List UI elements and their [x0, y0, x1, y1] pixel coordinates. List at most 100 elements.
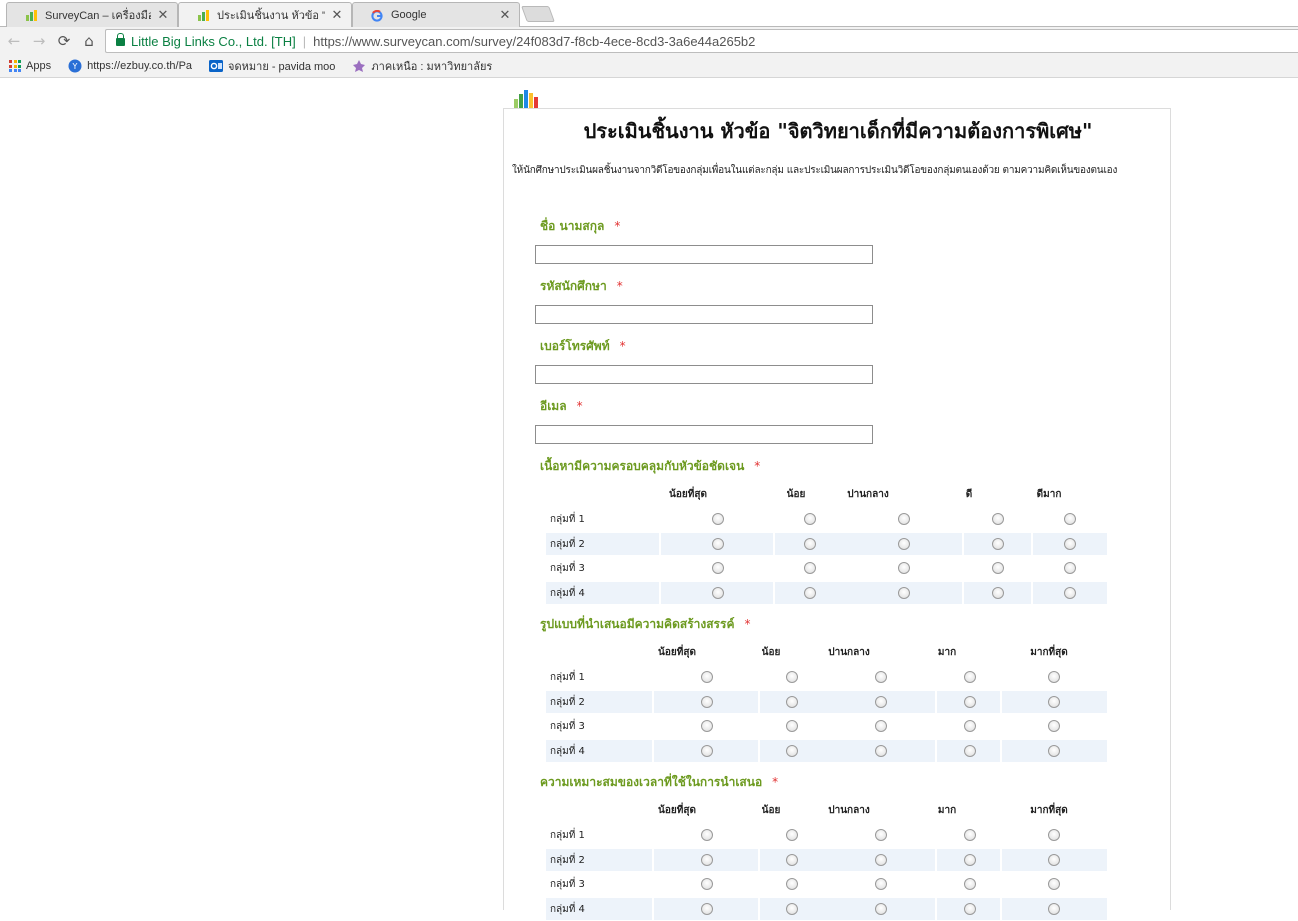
rating-radio-button[interactable]	[964, 878, 976, 890]
back-arrow-icon[interactable]: ←	[4, 31, 24, 51]
rating-radio-button[interactable]	[701, 745, 713, 757]
rating-radio-button[interactable]	[804, 538, 816, 550]
student-id-input[interactable]	[535, 305, 873, 324]
forward-arrow-icon[interactable]: →	[29, 31, 49, 51]
rating-radio-button[interactable]	[786, 854, 798, 866]
rating-radio-button[interactable]	[786, 903, 798, 915]
close-tab-icon[interactable]: ✕	[499, 7, 511, 23]
full-name-input[interactable]	[535, 245, 873, 264]
column-header: มาก	[938, 803, 956, 818]
rating-radio-button[interactable]	[804, 562, 816, 574]
rating-radio-button[interactable]	[1048, 854, 1060, 866]
rating-radio-button[interactable]	[875, 854, 887, 866]
apps-grid-icon	[9, 60, 21, 72]
column-header: น้อย	[762, 803, 781, 818]
rating-radio-button[interactable]	[712, 538, 724, 550]
rating-radio-button[interactable]	[898, 538, 910, 550]
rating-radio-button[interactable]	[1048, 696, 1060, 708]
reload-icon[interactable]: ⟳	[54, 31, 74, 51]
matrix-row: กลุ่มที่ 1	[546, 665, 1107, 690]
rating-radio-button[interactable]	[875, 720, 887, 732]
rating-radio-button[interactable]	[786, 745, 798, 757]
phone-number-input[interactable]	[535, 365, 873, 384]
rating-radio-button[interactable]	[712, 562, 724, 574]
rating-radio-button[interactable]	[804, 587, 816, 599]
rating-radio-button[interactable]	[701, 829, 713, 841]
rating-radio-button[interactable]	[1048, 878, 1060, 890]
rating-radio-button[interactable]	[701, 696, 713, 708]
address-bar[interactable]: Little Big Links Co., Ltd. [TH] | https:…	[105, 29, 1298, 53]
rating-radio-button[interactable]	[964, 720, 976, 732]
rating-radio-button[interactable]	[786, 696, 798, 708]
rating-radio-button[interactable]	[964, 829, 976, 841]
rating-radio-button[interactable]	[964, 671, 976, 683]
rating-radio-button[interactable]	[786, 878, 798, 890]
rating-radio-button[interactable]	[786, 829, 798, 841]
rating-radio-button[interactable]	[1064, 562, 1076, 574]
rating-radio-button[interactable]	[712, 513, 724, 525]
rating-radio-button[interactable]	[804, 513, 816, 525]
rating-radio-button[interactable]	[992, 587, 1004, 599]
rating-radio-button[interactable]	[1048, 903, 1060, 915]
rating-radio-button[interactable]	[786, 671, 798, 683]
column-header: น้อยที่สุด	[669, 487, 707, 502]
close-tab-icon[interactable]: ✕	[331, 7, 343, 23]
bookmark-label: https://ezbuy.co.th/Pa	[87, 60, 192, 72]
rating-radio-button[interactable]	[701, 854, 713, 866]
rating-radio-button[interactable]	[1064, 587, 1076, 599]
rating-radio-button[interactable]	[875, 745, 887, 757]
email-label: อีเมล*	[540, 397, 583, 416]
rating-radio-button[interactable]	[964, 854, 976, 866]
bookmark-outlook[interactable]: จดหมาย - pavida moo	[209, 57, 335, 75]
bookmark-university[interactable]: ภาคเหนือ : มหาวิทยาลัยร	[352, 57, 492, 75]
rating-radio-button[interactable]	[875, 829, 887, 841]
rating-radio-button[interactable]	[701, 671, 713, 683]
rating-radio-button[interactable]	[1064, 538, 1076, 550]
tab-surveycan-home[interactable]: SurveyCan – เครื่องมือในการ ✕	[6, 2, 178, 27]
rating-radio-button[interactable]	[875, 878, 887, 890]
rating-radio-button[interactable]	[964, 903, 976, 915]
close-tab-icon[interactable]: ✕	[157, 7, 169, 23]
new-tab-button[interactable]	[521, 6, 555, 22]
tab-google[interactable]: Google ✕	[352, 2, 520, 27]
row-label: กลุ่มที่ 3	[550, 719, 585, 734]
required-asterisk: *	[754, 459, 760, 473]
rating-radio-button[interactable]	[701, 903, 713, 915]
rating-radio-button[interactable]	[1048, 745, 1060, 757]
student-id-label: รหัสนักศึกษา*	[540, 277, 623, 296]
column-header: ดี	[966, 487, 973, 502]
email-input[interactable]	[535, 425, 873, 444]
outlook-icon	[209, 59, 223, 73]
home-icon[interactable]: ⌂	[79, 31, 99, 51]
phone-number-label: เบอร์โทรศัพท์*	[540, 337, 626, 356]
bookmark-apps[interactable]: Apps	[9, 60, 51, 72]
rating-radio-button[interactable]	[992, 513, 1004, 525]
rating-radio-button[interactable]	[898, 513, 910, 525]
rating-radio-button[interactable]	[701, 720, 713, 732]
column-header: น้อยที่สุด	[658, 645, 696, 660]
rating-radio-button[interactable]	[712, 587, 724, 599]
rating-radio-button[interactable]	[1048, 720, 1060, 732]
ezbuy-icon: Y	[68, 59, 82, 73]
rating-radio-button[interactable]	[964, 696, 976, 708]
rating-radio-button[interactable]	[1048, 671, 1060, 683]
rating-radio-button[interactable]	[992, 538, 1004, 550]
rating-radio-button[interactable]	[701, 878, 713, 890]
rating-radio-button[interactable]	[1064, 513, 1076, 525]
matrix-row: กลุ่มที่ 4	[546, 897, 1107, 921]
bookmark-ezbuy[interactable]: Y https://ezbuy.co.th/Pa	[68, 59, 192, 73]
rating-radio-button[interactable]	[898, 562, 910, 574]
rating-radio-button[interactable]	[875, 671, 887, 683]
row-label: กลุ่มที่ 4	[550, 902, 585, 917]
surveycan-favicon-icon	[25, 10, 39, 21]
rating-radio-button[interactable]	[898, 587, 910, 599]
survey-description: ให้นักศึกษาประเมินผลชิ้นงานจากวิดีโอของก…	[512, 163, 1117, 178]
rating-radio-button[interactable]	[875, 903, 887, 915]
rating-radio-button[interactable]	[1048, 829, 1060, 841]
rating-radio-button[interactable]	[992, 562, 1004, 574]
tab-survey-active[interactable]: ประเมินชิ้นงาน หัวข้อ "จิตวิทย ✕	[178, 2, 352, 27]
rating-radio-button[interactable]	[786, 720, 798, 732]
rating-radio-button[interactable]	[964, 745, 976, 757]
row-label: กลุ่มที่ 4	[550, 586, 585, 601]
rating-radio-button[interactable]	[875, 696, 887, 708]
